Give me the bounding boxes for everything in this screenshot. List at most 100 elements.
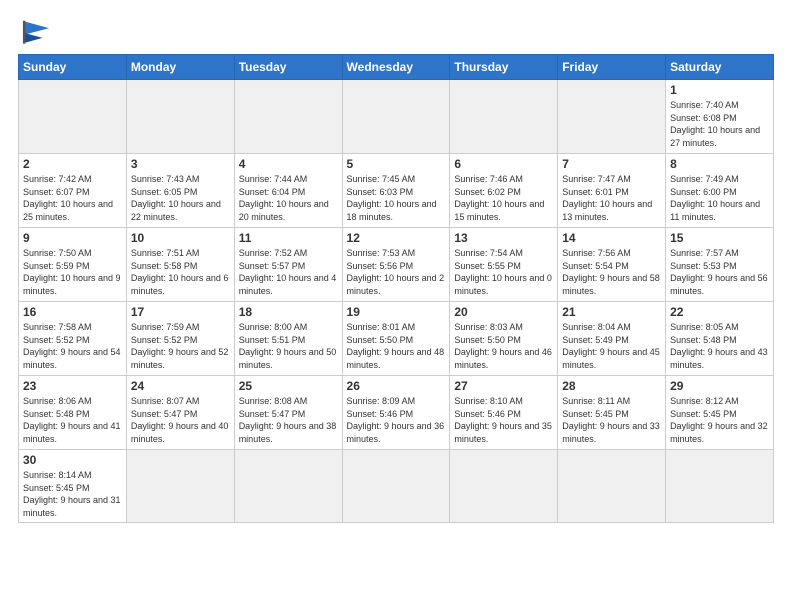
weekday-header-saturday: Saturday bbox=[666, 55, 774, 80]
calendar-cell bbox=[19, 80, 127, 154]
calendar-cell: 5 Sunrise: 7:45 AM Sunset: 6:03 PM Daylig… bbox=[342, 154, 450, 228]
day-number: 4 bbox=[239, 157, 338, 171]
day-number: 9 bbox=[23, 231, 122, 245]
weekday-header-monday: Monday bbox=[126, 55, 234, 80]
day-number: 10 bbox=[131, 231, 230, 245]
day-info: Sunrise: 7:42 AM Sunset: 6:07 PM Dayligh… bbox=[23, 173, 122, 223]
calendar-cell bbox=[234, 450, 342, 523]
day-number: 20 bbox=[454, 305, 553, 319]
calendar-cell: 27 Sunrise: 8:10 AM Sunset: 5:46 PM Dayli… bbox=[450, 376, 558, 450]
calendar-cell bbox=[558, 80, 666, 154]
day-info: Sunrise: 7:56 AM Sunset: 5:54 PM Dayligh… bbox=[562, 247, 661, 297]
day-number: 21 bbox=[562, 305, 661, 319]
calendar-cell bbox=[126, 80, 234, 154]
day-number: 26 bbox=[347, 379, 446, 393]
day-info: Sunrise: 7:43 AM Sunset: 6:05 PM Dayligh… bbox=[131, 173, 230, 223]
day-number: 7 bbox=[562, 157, 661, 171]
day-number: 16 bbox=[23, 305, 122, 319]
day-number: 22 bbox=[670, 305, 769, 319]
header bbox=[18, 18, 774, 48]
day-info: Sunrise: 7:52 AM Sunset: 5:57 PM Dayligh… bbox=[239, 247, 338, 297]
day-number: 5 bbox=[347, 157, 446, 171]
calendar-cell: 2Sunrise: 7:42 AM Sunset: 6:07 PM Daylig… bbox=[19, 154, 127, 228]
day-number: 30 bbox=[23, 453, 122, 467]
calendar-cell: 18 Sunrise: 8:00 AM Sunset: 5:51 PM Dayli… bbox=[234, 302, 342, 376]
calendar-cell: 28 Sunrise: 8:11 AM Sunset: 5:45 PM Dayli… bbox=[558, 376, 666, 450]
calendar-cell bbox=[234, 80, 342, 154]
calendar-cell bbox=[450, 450, 558, 523]
calendar-cell: 21 Sunrise: 8:04 AM Sunset: 5:49 PM Dayli… bbox=[558, 302, 666, 376]
calendar-cell: 3 Sunrise: 7:43 AM Sunset: 6:05 PM Daylig… bbox=[126, 154, 234, 228]
calendar-cell: 23Sunrise: 8:06 AM Sunset: 5:48 PM Dayli… bbox=[19, 376, 127, 450]
day-info: Sunrise: 7:49 AM Sunset: 6:00 PM Dayligh… bbox=[670, 173, 769, 223]
day-number: 25 bbox=[239, 379, 338, 393]
calendar-cell bbox=[342, 450, 450, 523]
calendar-cell: 9 Sunrise: 7:50 AM Sunset: 5:59 PM Daylig… bbox=[19, 228, 127, 302]
calendar-cell: 17Sunrise: 7:59 AM Sunset: 5:52 PM Dayli… bbox=[126, 302, 234, 376]
calendar-cell bbox=[666, 450, 774, 523]
day-info: Sunrise: 8:10 AM Sunset: 5:46 PM Dayligh… bbox=[454, 395, 553, 445]
calendar-cell: 4 Sunrise: 7:44 AM Sunset: 6:04 PM Daylig… bbox=[234, 154, 342, 228]
calendar-cell: 1Sunrise: 7:40 AM Sunset: 6:08 PM Daylig… bbox=[666, 80, 774, 154]
day-info: Sunrise: 7:47 AM Sunset: 6:01 PM Dayligh… bbox=[562, 173, 661, 223]
page: SundayMondayTuesdayWednesdayThursdayFrid… bbox=[0, 0, 792, 612]
day-number: 18 bbox=[239, 305, 338, 319]
calendar-cell: 11 Sunrise: 7:52 AM Sunset: 5:57 PM Dayli… bbox=[234, 228, 342, 302]
day-number: 6 bbox=[454, 157, 553, 171]
day-info: Sunrise: 8:00 AM Sunset: 5:51 PM Dayligh… bbox=[239, 321, 338, 371]
calendar-cell: 26Sunrise: 8:09 AM Sunset: 5:46 PM Dayli… bbox=[342, 376, 450, 450]
calendar: SundayMondayTuesdayWednesdayThursdayFrid… bbox=[18, 54, 774, 523]
calendar-cell: 19Sunrise: 8:01 AM Sunset: 5:50 PM Dayli… bbox=[342, 302, 450, 376]
calendar-cell bbox=[342, 80, 450, 154]
day-number: 27 bbox=[454, 379, 553, 393]
day-number: 14 bbox=[562, 231, 661, 245]
calendar-cell: 25 Sunrise: 8:08 AM Sunset: 5:47 PM Dayli… bbox=[234, 376, 342, 450]
calendar-row: 23Sunrise: 8:06 AM Sunset: 5:48 PM Dayli… bbox=[19, 376, 774, 450]
logo bbox=[18, 18, 58, 48]
calendar-cell: 14 Sunrise: 7:56 AM Sunset: 5:54 PM Dayli… bbox=[558, 228, 666, 302]
generalblue-logo-icon bbox=[18, 18, 54, 48]
day-number: 11 bbox=[239, 231, 338, 245]
day-info: Sunrise: 7:50 AM Sunset: 5:59 PM Dayligh… bbox=[23, 247, 122, 297]
calendar-cell: 10 Sunrise: 7:51 AM Sunset: 5:58 PM Dayli… bbox=[126, 228, 234, 302]
calendar-row: 1Sunrise: 7:40 AM Sunset: 6:08 PM Daylig… bbox=[19, 80, 774, 154]
day-number: 8 bbox=[670, 157, 769, 171]
day-info: Sunrise: 7:44 AM Sunset: 6:04 PM Dayligh… bbox=[239, 173, 338, 223]
day-number: 29 bbox=[670, 379, 769, 393]
day-info: Sunrise: 8:01 AM Sunset: 5:50 PM Dayligh… bbox=[347, 321, 446, 371]
day-number: 28 bbox=[562, 379, 661, 393]
day-number: 24 bbox=[131, 379, 230, 393]
calendar-cell: 22 Sunrise: 8:05 AM Sunset: 5:48 PM Dayli… bbox=[666, 302, 774, 376]
day-number: 17 bbox=[131, 305, 230, 319]
calendar-row: 16Sunrise: 7:58 AM Sunset: 5:52 PM Dayli… bbox=[19, 302, 774, 376]
weekday-header-wednesday: Wednesday bbox=[342, 55, 450, 80]
calendar-cell: 20Sunrise: 8:03 AM Sunset: 5:50 PM Dayli… bbox=[450, 302, 558, 376]
day-number: 13 bbox=[454, 231, 553, 245]
calendar-cell bbox=[126, 450, 234, 523]
day-info: Sunrise: 8:07 AM Sunset: 5:47 PM Dayligh… bbox=[131, 395, 230, 445]
day-info: Sunrise: 7:51 AM Sunset: 5:58 PM Dayligh… bbox=[131, 247, 230, 297]
day-info: Sunrise: 8:05 AM Sunset: 5:48 PM Dayligh… bbox=[670, 321, 769, 371]
day-info: Sunrise: 8:12 AM Sunset: 5:45 PM Dayligh… bbox=[670, 395, 769, 445]
calendar-header-row: SundayMondayTuesdayWednesdayThursdayFrid… bbox=[19, 55, 774, 80]
calendar-row: 2Sunrise: 7:42 AM Sunset: 6:07 PM Daylig… bbox=[19, 154, 774, 228]
day-info: Sunrise: 8:08 AM Sunset: 5:47 PM Dayligh… bbox=[239, 395, 338, 445]
calendar-cell: 6 Sunrise: 7:46 AM Sunset: 6:02 PM Daylig… bbox=[450, 154, 558, 228]
day-info: Sunrise: 7:46 AM Sunset: 6:02 PM Dayligh… bbox=[454, 173, 553, 223]
calendar-cell: 24 Sunrise: 8:07 AM Sunset: 5:47 PM Dayli… bbox=[126, 376, 234, 450]
day-number: 1 bbox=[670, 83, 769, 97]
day-info: Sunrise: 7:57 AM Sunset: 5:53 PM Dayligh… bbox=[670, 247, 769, 297]
day-info: Sunrise: 8:04 AM Sunset: 5:49 PM Dayligh… bbox=[562, 321, 661, 371]
day-info: Sunrise: 8:11 AM Sunset: 5:45 PM Dayligh… bbox=[562, 395, 661, 445]
calendar-cell: 30Sunrise: 8:14 AM Sunset: 5:45 PM Dayli… bbox=[19, 450, 127, 523]
weekday-header-thursday: Thursday bbox=[450, 55, 558, 80]
weekday-header-sunday: Sunday bbox=[19, 55, 127, 80]
calendar-cell: 29 Sunrise: 8:12 AM Sunset: 5:45 PM Dayli… bbox=[666, 376, 774, 450]
calendar-cell: 16Sunrise: 7:58 AM Sunset: 5:52 PM Dayli… bbox=[19, 302, 127, 376]
weekday-header-friday: Friday bbox=[558, 55, 666, 80]
day-info: Sunrise: 7:45 AM Sunset: 6:03 PM Dayligh… bbox=[347, 173, 446, 223]
calendar-row: 9 Sunrise: 7:50 AM Sunset: 5:59 PM Daylig… bbox=[19, 228, 774, 302]
day-number: 3 bbox=[131, 157, 230, 171]
calendar-cell: 7 Sunrise: 7:47 AM Sunset: 6:01 PM Daylig… bbox=[558, 154, 666, 228]
calendar-cell: 12Sunrise: 7:53 AM Sunset: 5:56 PM Dayli… bbox=[342, 228, 450, 302]
